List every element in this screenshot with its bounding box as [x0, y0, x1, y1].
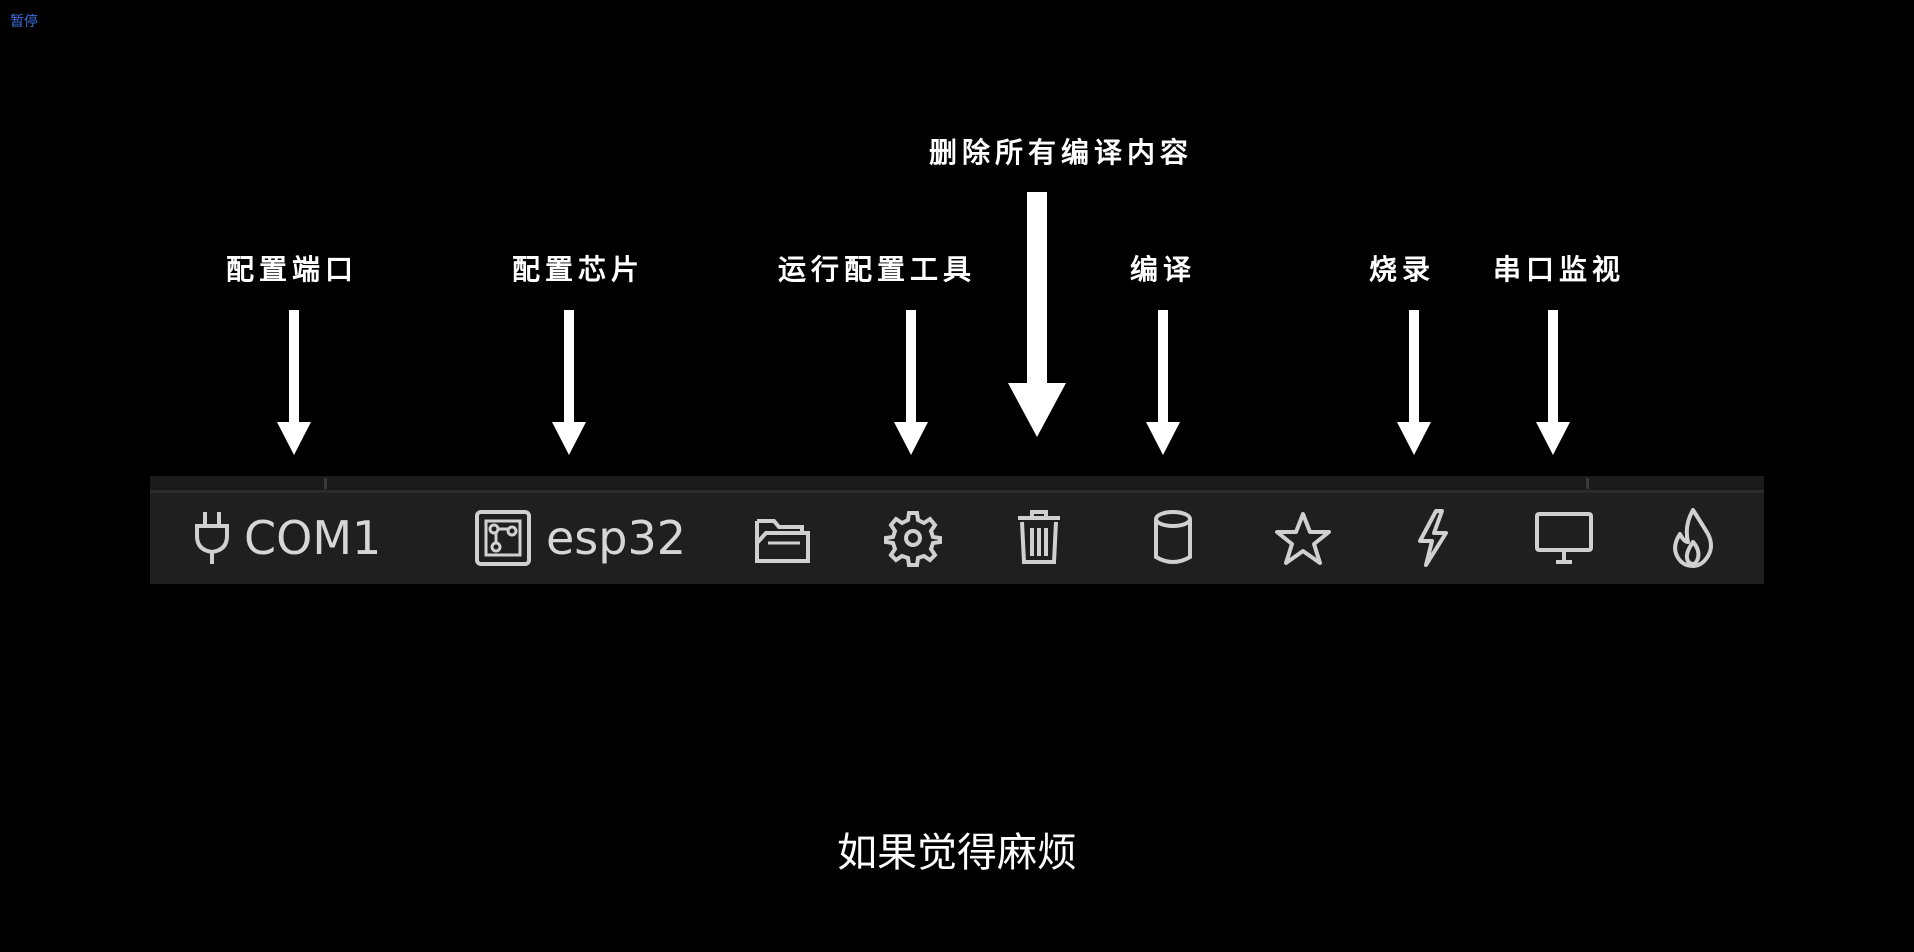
serial-monitor-button[interactable]: [1534, 506, 1594, 570]
annotation-chip: 配置芯片: [511, 253, 645, 286]
arrow-down-icon: [894, 310, 928, 455]
config-tool-button[interactable]: [884, 506, 942, 570]
chip-selector-button[interactable]: esp32: [474, 506, 686, 570]
port-selector-button[interactable]: COM1: [194, 506, 381, 570]
arrow-down-icon: [277, 310, 311, 455]
video-subtitle: 如果觉得麻烦: [837, 830, 1077, 876]
video-frame: 暂停 配置端口 配置芯片 运行配置工具 删除所有编译内容 编译 烧录 串口监视: [0, 0, 1914, 952]
monitor-icon: [1534, 510, 1594, 566]
gear-icon: [884, 509, 942, 567]
plug-icon: [194, 510, 230, 566]
arrow-down-icon: [552, 310, 586, 455]
annotation-delete-all: 删除所有编译内容: [928, 136, 1194, 169]
arrow-down-large-icon: [1008, 192, 1066, 437]
chip-label: esp32: [546, 511, 686, 565]
separator: [324, 478, 327, 489]
arrow-down-icon: [1146, 310, 1180, 455]
trash-icon: [1016, 510, 1062, 566]
folder-icon: [754, 511, 812, 565]
annotation-compile: 编译: [1129, 253, 1197, 286]
arrow-down-icon: [1536, 310, 1570, 455]
chip-icon: [474, 509, 532, 567]
compile-button[interactable]: [1152, 506, 1194, 570]
build-flash-monitor-button[interactable]: [1670, 506, 1716, 570]
open-folder-button[interactable]: [754, 506, 812, 570]
status-bar-divider: [150, 476, 1764, 493]
port-label: COM1: [244, 511, 382, 565]
annotation-config-tool: 运行配置工具: [777, 253, 977, 286]
separator: [1586, 478, 1589, 489]
lightning-icon: [1412, 509, 1452, 567]
arrow-down-icon: [1397, 310, 1431, 455]
star-icon: [1274, 510, 1332, 566]
delete-build-button[interactable]: [1016, 506, 1062, 570]
flash-button[interactable]: [1412, 506, 1452, 570]
cylinder-icon: [1152, 509, 1194, 567]
annotation-serial-monitor: 串口监视: [1492, 253, 1626, 286]
pause-link[interactable]: 暂停: [10, 11, 38, 31]
annotation-flash: 烧录: [1368, 253, 1436, 286]
flame-icon: [1670, 508, 1716, 568]
build-star-button[interactable]: [1274, 506, 1332, 570]
status-bar: COM1 esp32: [150, 476, 1764, 584]
annotation-port: 配置端口: [225, 253, 359, 286]
